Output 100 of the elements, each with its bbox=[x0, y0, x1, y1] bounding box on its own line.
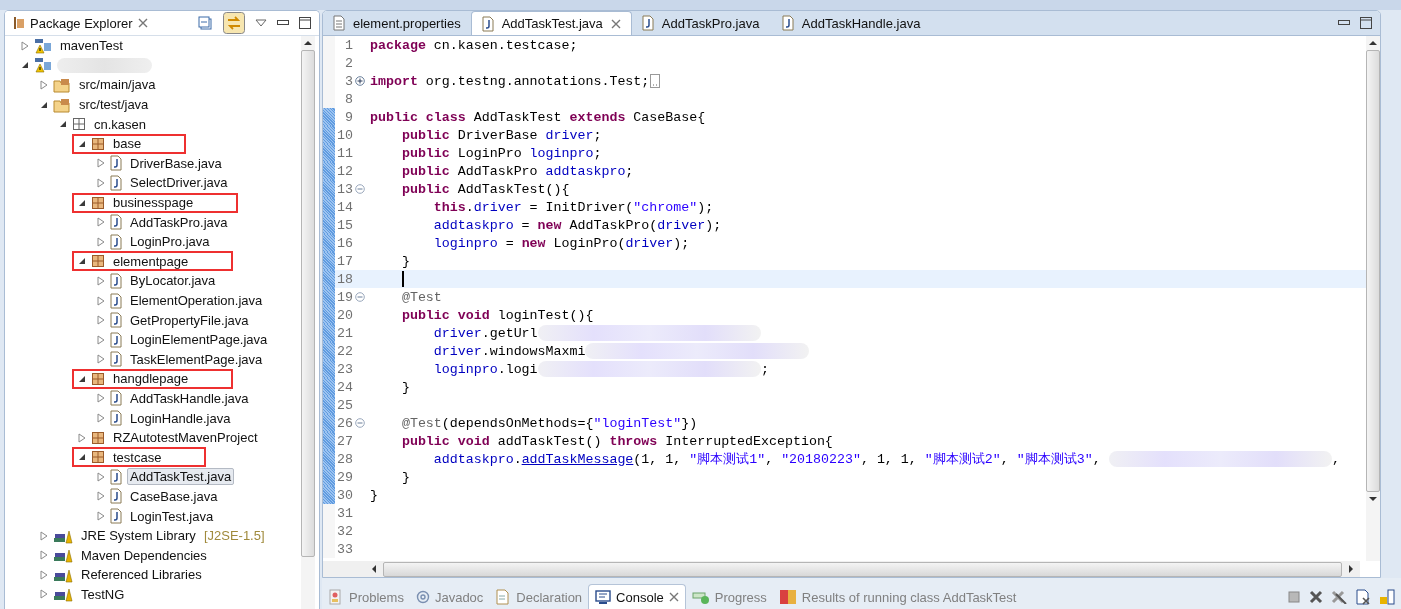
collapsed-arrow-icon[interactable] bbox=[97, 217, 105, 228]
expanded-arrow-icon[interactable] bbox=[21, 61, 29, 70]
view-menu-icon[interactable] bbox=[255, 19, 267, 27]
tree-item[interactable]: LoginPro.java bbox=[127, 233, 213, 251]
expanded-arrow-icon[interactable] bbox=[78, 139, 86, 148]
expanded-arrow-icon[interactable] bbox=[78, 453, 86, 462]
tree-item[interactable]: LoginElementPage.java bbox=[127, 331, 271, 349]
tree-item[interactable]: cn.kasen bbox=[91, 115, 150, 133]
tree-item[interactable]: SelectDriver.java bbox=[127, 174, 231, 192]
expanded-arrow-icon[interactable] bbox=[59, 120, 67, 129]
collapsed-arrow-icon[interactable] bbox=[97, 471, 105, 482]
vertical-scrollbar[interactable] bbox=[1366, 36, 1380, 561]
expanded-arrow-icon[interactable] bbox=[78, 257, 86, 266]
collapsed-arrow-icon[interactable] bbox=[40, 589, 48, 600]
line-number: 13 bbox=[336, 181, 353, 197]
expanded-arrow-icon[interactable] bbox=[78, 374, 86, 383]
code-token: loginpro bbox=[529, 145, 594, 161]
link-with-editor-icon[interactable] bbox=[223, 12, 245, 34]
minimize-icon[interactable] bbox=[1338, 20, 1350, 26]
tree-item[interactable]: JRE System Library bbox=[78, 527, 199, 545]
tree-item[interactable]: CaseBase.java bbox=[127, 487, 221, 505]
tree-item[interactable]: Referenced Libraries bbox=[78, 566, 205, 584]
library-icon bbox=[53, 547, 73, 564]
scroll-lock-icon[interactable] bbox=[1379, 589, 1395, 605]
tree-item[interactable]: businesspage bbox=[110, 194, 197, 212]
tree-item[interactable]: AddTaskHandle.java bbox=[127, 390, 252, 407]
remove-all-icon[interactable] bbox=[1331, 590, 1347, 604]
collapsed-arrow-icon[interactable] bbox=[40, 530, 48, 541]
tree-item[interactable]: mavenTest bbox=[57, 37, 126, 55]
tree-item[interactable]: TestNG bbox=[78, 585, 128, 603]
collapsed-arrow-icon[interactable] bbox=[97, 491, 105, 502]
code-link[interactable]: addTaskMessage bbox=[521, 451, 634, 467]
tree-item[interactable]: DriverBase.java bbox=[127, 154, 225, 172]
collapsed-arrow-icon[interactable] bbox=[97, 413, 105, 424]
view-tab[interactable]: Javadoc bbox=[409, 585, 490, 609]
collapsed-arrow-icon[interactable] bbox=[40, 550, 48, 561]
collapsed-arrow-icon[interactable] bbox=[78, 432, 86, 443]
code-token: CaseBase{ bbox=[632, 109, 706, 125]
collapse-fold-icon[interactable] bbox=[354, 292, 365, 302]
collapsed-arrow-icon[interactable] bbox=[97, 334, 105, 345]
expand-fold-icon[interactable] bbox=[354, 76, 365, 86]
collapsed-arrow-icon[interactable] bbox=[97, 236, 105, 247]
collapse-fold-icon[interactable] bbox=[354, 184, 365, 194]
collapsed-arrow-icon[interactable] bbox=[97, 295, 105, 306]
collapsed-arrow-icon[interactable] bbox=[97, 393, 105, 404]
code-token: AddTaskPro( bbox=[568, 217, 658, 233]
collapsed-arrow-icon[interactable] bbox=[97, 158, 105, 169]
expanded-arrow-icon[interactable] bbox=[78, 198, 86, 207]
editor-tab[interactable]: AddTaskPro.java bbox=[631, 11, 772, 35]
tree-item[interactable]: AddTaskPro.java bbox=[127, 213, 231, 231]
tree-item[interactable]: GetPropertyFile.java bbox=[127, 311, 252, 329]
collapsed-arrow-icon[interactable] bbox=[21, 40, 29, 51]
scroll-up-icon[interactable] bbox=[1368, 40, 1378, 46]
collapsed-arrow-icon[interactable] bbox=[97, 177, 105, 188]
tree-item[interactable]: LoginTest.java bbox=[127, 507, 217, 525]
tree-item[interactable]: testcase bbox=[110, 448, 165, 466]
tree-item[interactable]: RZAutotestMavenProject bbox=[110, 429, 261, 447]
tree-item[interactable]: LoginHandle.java bbox=[127, 409, 234, 427]
scroll-up-icon[interactable] bbox=[303, 40, 313, 46]
tree-item[interactable]: AddTaskTest.java bbox=[127, 468, 235, 486]
scroll-down-icon[interactable] bbox=[1368, 496, 1378, 502]
maximize-icon[interactable] bbox=[299, 17, 311, 29]
editor-tab[interactable]: element.properties bbox=[323, 11, 471, 35]
view-tab[interactable]: Console bbox=[588, 584, 686, 609]
tree-item[interactable]: Maven Dependencies bbox=[78, 546, 210, 564]
collapsed-arrow-icon[interactable] bbox=[97, 275, 105, 286]
view-tab[interactable]: Problems bbox=[322, 585, 410, 609]
folded-code-icon[interactable] bbox=[650, 74, 661, 88]
java-file-icon bbox=[481, 15, 494, 32]
tree-item[interactable]: ByLocator.java bbox=[127, 272, 219, 290]
tree-item[interactable]: elementpage bbox=[110, 252, 192, 270]
tree-item[interactable]: src/main/java bbox=[76, 76, 159, 94]
close-icon[interactable] bbox=[610, 18, 621, 29]
scroll-left-icon[interactable] bbox=[371, 564, 377, 574]
minimize-icon[interactable] bbox=[277, 20, 289, 26]
close-icon[interactable] bbox=[668, 592, 679, 602]
collapse-fold-icon[interactable] bbox=[354, 418, 365, 428]
code-token: loginpro bbox=[432, 235, 498, 251]
tree-item[interactable]: ElementOperation.java bbox=[127, 292, 266, 309]
tree-item[interactable]: hangdlepage bbox=[110, 370, 192, 388]
collapsed-arrow-icon[interactable] bbox=[40, 569, 48, 580]
collapse-all-icon[interactable] bbox=[197, 15, 213, 31]
code-token: driver bbox=[625, 235, 674, 251]
expanded-arrow-icon[interactable] bbox=[40, 100, 48, 109]
collapsed-arrow-icon[interactable] bbox=[97, 354, 105, 365]
editor-tab[interactable]: AddTaskTest.java bbox=[470, 11, 632, 35]
clear-console-icon[interactable] bbox=[1355, 589, 1371, 605]
tree-item[interactable]: base bbox=[110, 135, 145, 153]
tree-item[interactable]: TaskElementPage.java bbox=[127, 350, 266, 368]
collapsed-arrow-icon[interactable] bbox=[97, 315, 105, 326]
collapsed-arrow-icon[interactable] bbox=[40, 80, 48, 90]
scrollbar-thumb[interactable] bbox=[1366, 50, 1380, 492]
maximize-icon[interactable] bbox=[1360, 17, 1372, 29]
collapsed-arrow-icon[interactable] bbox=[97, 511, 105, 522]
remove-icon[interactable] bbox=[1309, 590, 1323, 604]
editor-tab[interactable]: AddTaskHandle.java bbox=[771, 11, 931, 35]
close-icon[interactable] bbox=[137, 18, 148, 28]
tree-item[interactable]: src/test/java bbox=[76, 96, 152, 114]
scroll-right-icon[interactable] bbox=[1348, 564, 1354, 574]
stop-icon[interactable] bbox=[1287, 590, 1301, 604]
